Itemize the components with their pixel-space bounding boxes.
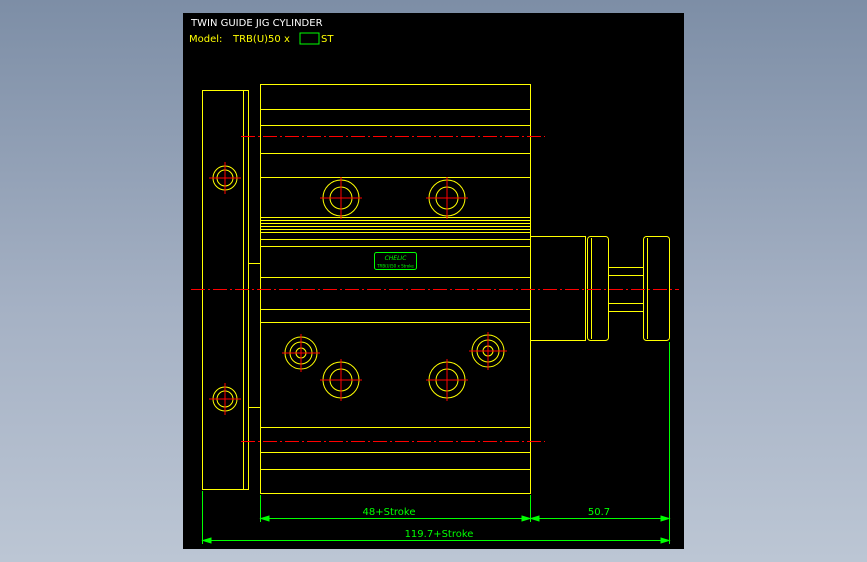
body-hole-lower-left (320, 359, 362, 401)
plate-hole-top (209, 162, 241, 194)
dim-rod-extension: 50.7 (588, 507, 610, 518)
stroke-entry-box (299, 32, 320, 45)
model-suffix: ST (321, 34, 334, 45)
logo-model-text: TRB(U)50 x Stroke (376, 264, 414, 269)
dim-overall-length: 119.7+Stroke (405, 529, 474, 540)
logo-brand-text: CHELIC (385, 255, 408, 262)
body-tapped-hole-left (282, 334, 320, 372)
cylinder-drawing: TWIN GUIDE JIG CYLINDER Model: TRB(U)50 … (189, 18, 679, 544)
body-hole-lower-right (426, 359, 468, 401)
drawing-title: TWIN GUIDE JIG CYLINDER (190, 18, 323, 29)
mounting-spigot (248, 263, 261, 408)
plate-hole-bottom (209, 383, 241, 415)
body-tapped-hole-right (469, 332, 507, 370)
model-label: Model: (189, 34, 222, 45)
centerlines (191, 136, 679, 442)
cad-viewport: TWIN GUIDE JIG CYLINDER Model: TRB(U)50 … (183, 13, 684, 549)
rod-collar (587, 236, 609, 341)
body-hole-upper-right (426, 177, 468, 219)
body-hole-upper-left (320, 177, 362, 219)
dim-body-length: 48+Stroke (363, 507, 416, 518)
brand-logo: CHELIC TRB(U)50 x Stroke (374, 252, 417, 270)
model-code: TRB(U)50 x (232, 34, 290, 45)
rod-cover (530, 236, 586, 341)
